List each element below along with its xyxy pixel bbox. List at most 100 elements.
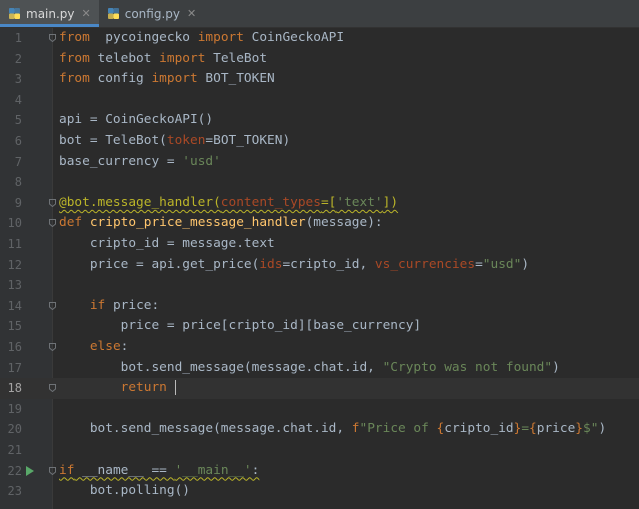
code-token: = — [475, 256, 483, 272]
code-text: return — [59, 378, 176, 399]
code-line[interactable]: 20 bot.send_message(message.chat.id, f"P… — [0, 419, 639, 440]
code-token: bot = TeleBot( — [59, 133, 167, 148]
code-token: token — [166, 133, 206, 148]
code-line[interactable]: 10 def cripto_price_message_handler(messa… — [0, 213, 639, 234]
code-token: : — [120, 339, 129, 354]
code-token: import — [197, 30, 244, 45]
code-line[interactable]: 9 @bot.message_handler(content_types=['te… — [0, 193, 639, 214]
code-text: from telebot import TeleBot — [59, 49, 267, 70]
code-token: else — [89, 339, 121, 354]
code-token: api = CoinGeckoAPI() — [59, 112, 214, 128]
line-number: 17 — [7, 360, 22, 375]
code-line[interactable]: 12 price = api.get_price(ids=cripto_id, … — [0, 255, 639, 276]
code-token: @bot.message_handler( — [59, 194, 221, 210]
line-number: 9 — [14, 195, 22, 210]
tab-config-py[interactable]: config.py ✕ — [99, 0, 204, 27]
code-token: pycoingecko — [89, 30, 198, 45]
code-line[interactable]: 18 return — [0, 378, 639, 399]
close-icon[interactable]: ✕ — [187, 7, 196, 20]
tab-label: config.py — [124, 6, 180, 21]
code-line[interactable]: 5 api = CoinGeckoAPI() — [0, 110, 639, 131]
fold-marker-icon[interactable] — [49, 301, 56, 310]
code-token: =BOT_TOKEN) — [205, 133, 291, 148]
code-line[interactable]: 21 — [0, 440, 639, 461]
line-number: 2 — [14, 51, 22, 66]
code-line[interactable]: 11 cripto_id = message.text — [0, 234, 639, 255]
code-token: { — [529, 421, 537, 437]
code-token: ids — [259, 256, 283, 272]
code-line[interactable]: 13 — [0, 275, 639, 296]
code-text: if __name__ == '__main__': — [59, 461, 259, 482]
code-token: from — [59, 30, 90, 45]
code-line[interactable]: 22 if __name__ == '__main__': — [0, 461, 639, 482]
line-number: 10 — [7, 216, 22, 231]
code-token: "Price of — [359, 421, 437, 437]
line-number: 7 — [14, 154, 22, 169]
code-text: def cripto_price_message_handler(message… — [59, 213, 383, 234]
line-number: 12 — [7, 257, 22, 272]
fold-marker-icon[interactable] — [49, 34, 56, 42]
code-line[interactable]: 8 — [0, 172, 639, 193]
code-token: telebot — [89, 50, 160, 66]
line-number: 16 — [7, 340, 22, 354]
code-token: ) — [552, 359, 560, 375]
code-line[interactable]: 23 bot.polling() — [0, 481, 639, 502]
code-line[interactable]: 15 price = price[cripto_id][base_currenc… — [0, 316, 639, 337]
code-token: from — [59, 71, 90, 87]
code-line[interactable]: 6 bot = TeleBot(token=BOT_TOKEN) — [0, 131, 639, 152]
text-cursor — [174, 380, 176, 396]
code-line[interactable]: 17 bot.send_message(message.chat.id, "Cr… — [0, 358, 639, 379]
line-number: 6 — [14, 134, 22, 148]
code-token: config — [89, 71, 152, 87]
code-token: 'text' — [336, 194, 383, 210]
line-number: 3 — [14, 72, 22, 87]
code-line[interactable]: 2 from telebot import TeleBot — [0, 49, 639, 70]
code-token: =[ — [320, 194, 337, 210]
code-line[interactable]: 14 if price: — [0, 296, 639, 317]
close-icon[interactable]: ✕ — [82, 7, 91, 20]
code-token: if — [59, 462, 75, 478]
code-line[interactable]: 7 base_currency = 'usd' — [0, 152, 639, 173]
python-file-icon — [107, 8, 119, 19]
fold-marker-icon[interactable] — [49, 219, 56, 228]
code-token: 'usd' — [182, 153, 221, 169]
tab-main-py[interactable]: main.py ✕ — [0, 0, 99, 27]
code-text: @bot.message_handler(content_types=['tex… — [59, 193, 398, 214]
code-token: "Crypto was not found" — [382, 359, 553, 375]
line-number: 8 — [14, 175, 22, 190]
code-token: bot.polling() — [59, 483, 190, 499]
code-editor[interactable]: 1 from pycoingecko import CoinGeckoAPI 2 fr… — [0, 28, 639, 509]
code-text: bot = TeleBot(token=BOT_TOKEN) — [59, 131, 290, 152]
code-text: price = api.get_price(ids=cripto_id, vs_… — [59, 255, 529, 276]
code-line[interactable]: 16 else: — [0, 337, 639, 358]
line-number: 22 — [7, 463, 22, 478]
code-token: ) — [598, 421, 607, 437]
code-token: TeleBot — [205, 50, 268, 66]
line-number: 5 — [14, 113, 22, 128]
code-text: if price: — [59, 296, 159, 317]
code-line[interactable]: 3 from config import BOT_TOKEN — [0, 69, 639, 90]
line-number: 1 — [14, 31, 22, 45]
code-token: from — [59, 50, 90, 66]
fold-marker-icon[interactable] — [49, 384, 56, 393]
code-token: if — [89, 297, 106, 313]
fold-marker-icon[interactable] — [49, 198, 56, 207]
code-text: price = price[cripto_id][base_currency] — [59, 316, 421, 337]
code-line[interactable]: 19 — [0, 399, 639, 420]
code-line[interactable]: 4 — [0, 90, 639, 111]
code-line[interactable]: 1 from pycoingecko import CoinGeckoAPI — [0, 28, 639, 49]
line-number: 14 — [7, 298, 22, 313]
code-token: cripto_id = message.text — [59, 236, 275, 251]
code-token: cripto_id — [444, 421, 514, 437]
code-token: ) — [521, 256, 530, 272]
code-token: =cripto_id, — [282, 256, 375, 272]
code-token: ]) — [382, 194, 399, 210]
fold-marker-icon[interactable] — [49, 466, 56, 475]
code-token: price — [536, 421, 576, 437]
fold-marker-icon[interactable] — [49, 343, 56, 351]
run-icon[interactable] — [26, 465, 34, 476]
code-token: __name__ == — [74, 462, 175, 478]
